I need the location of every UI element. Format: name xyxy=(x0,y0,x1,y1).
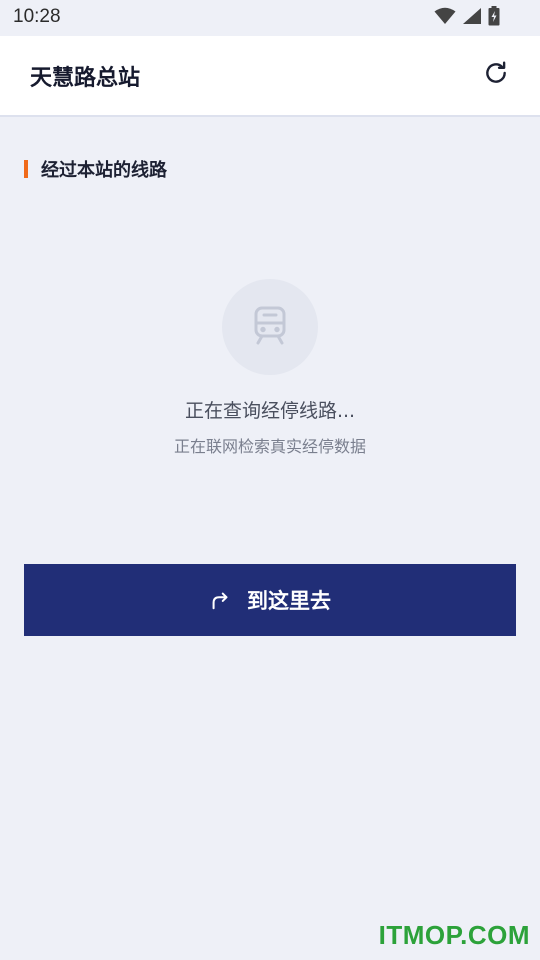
section-title: 经过本站的线路 xyxy=(41,160,167,181)
wifi-icon xyxy=(434,7,456,29)
go-here-label: 到这里去 xyxy=(247,589,331,613)
section-accent-bar xyxy=(24,160,28,178)
status-icons xyxy=(434,6,500,30)
battery-icon xyxy=(488,6,500,30)
status-bar: 10:28 xyxy=(0,0,540,36)
status-time: 10:28 xyxy=(13,6,61,27)
train-icon xyxy=(252,305,288,349)
section-header: 经过本站的线路 xyxy=(24,157,167,181)
refresh-icon xyxy=(483,60,509,90)
directions-arrow-icon xyxy=(209,588,233,612)
loading-title: 正在查询经停线路... xyxy=(184,400,356,422)
refresh-button[interactable] xyxy=(482,61,510,89)
go-here-button[interactable]: 到这里去 xyxy=(24,564,516,636)
signal-icon xyxy=(462,7,482,29)
watermark: ITMOP.COM xyxy=(378,920,530,950)
loading-subtitle: 正在联网检索真实经停数据 xyxy=(173,437,366,456)
loading-icon-container xyxy=(222,279,318,375)
page-title: 天慧路总站 xyxy=(30,66,141,91)
app-header: 天慧路总站 xyxy=(0,36,540,117)
